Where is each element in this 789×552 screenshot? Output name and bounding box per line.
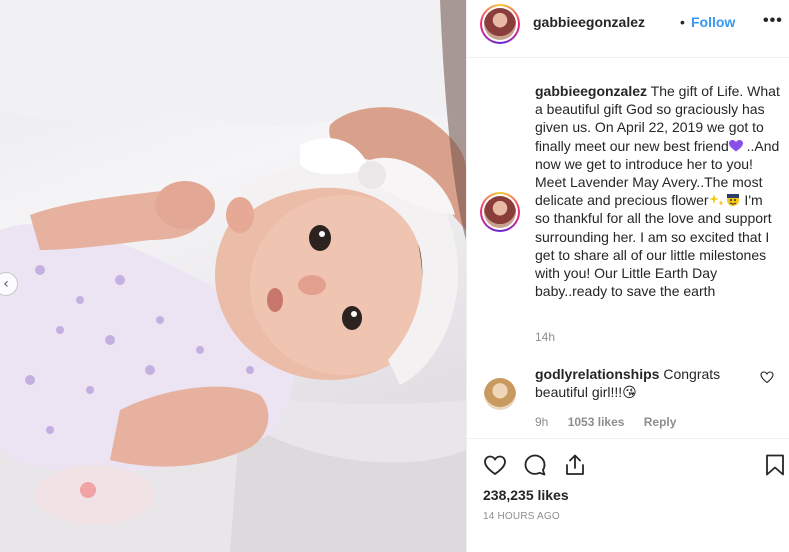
- heart-icon[interactable]: [483, 453, 507, 477]
- sparkles-icon: [708, 194, 724, 207]
- comment-like-heart-icon[interactable]: [760, 370, 774, 384]
- author-avatar[interactable]: [480, 4, 520, 44]
- caption-text-part3: I'm so thankful for all the love and sup…: [535, 192, 772, 300]
- post-photo[interactable]: ‹: [0, 0, 466, 552]
- follow-button[interactable]: Follow: [691, 14, 735, 30]
- caption-author-avatar[interactable]: [480, 192, 520, 232]
- author-username[interactable]: gabbieegonzalez: [533, 14, 645, 30]
- caption-timestamp[interactable]: 14h: [535, 330, 555, 344]
- comment-icon[interactable]: [523, 453, 547, 477]
- chevron-left-icon: ‹: [3, 276, 9, 292]
- comment-username[interactable]: godlyrelationships: [535, 366, 659, 382]
- post-sidebar: gabbieegonzalez • Follow ••• gabbieegonz…: [466, 0, 789, 552]
- reply-button[interactable]: Reply: [644, 415, 677, 429]
- post-time-ago[interactable]: 14 HOURS AGO: [483, 511, 560, 522]
- post-actions: 238,235 likes 14 HOURS AGO: [467, 438, 789, 552]
- purple-heart-icon: [728, 139, 743, 152]
- comment-meta: 9h 1053 likes Reply: [535, 415, 692, 429]
- kiss-emoji-icon: 😘: [622, 384, 637, 400]
- post-header: gabbieegonzalez • Follow •••: [467, 0, 789, 58]
- commenter-avatar[interactable]: [484, 378, 516, 410]
- comment-timestamp[interactable]: 9h: [535, 415, 548, 429]
- comment: godlyrelationships Congrats beautiful gi…: [535, 365, 760, 401]
- comment-likes[interactable]: 1053 likes: [568, 415, 625, 429]
- header-separator: •: [680, 14, 685, 30]
- hugging-face-icon: [726, 194, 739, 207]
- more-options-icon[interactable]: •••: [763, 12, 783, 30]
- share-icon[interactable]: [563, 453, 587, 477]
- caption-username[interactable]: gabbieegonzalez: [535, 83, 647, 99]
- like-count[interactable]: 238,235 likes: [483, 487, 569, 503]
- post-caption: gabbieegonzalez The gift of Life. What a…: [535, 82, 780, 300]
- baby-photo-illustration: [0, 0, 466, 552]
- bookmark-icon[interactable]: [763, 453, 787, 477]
